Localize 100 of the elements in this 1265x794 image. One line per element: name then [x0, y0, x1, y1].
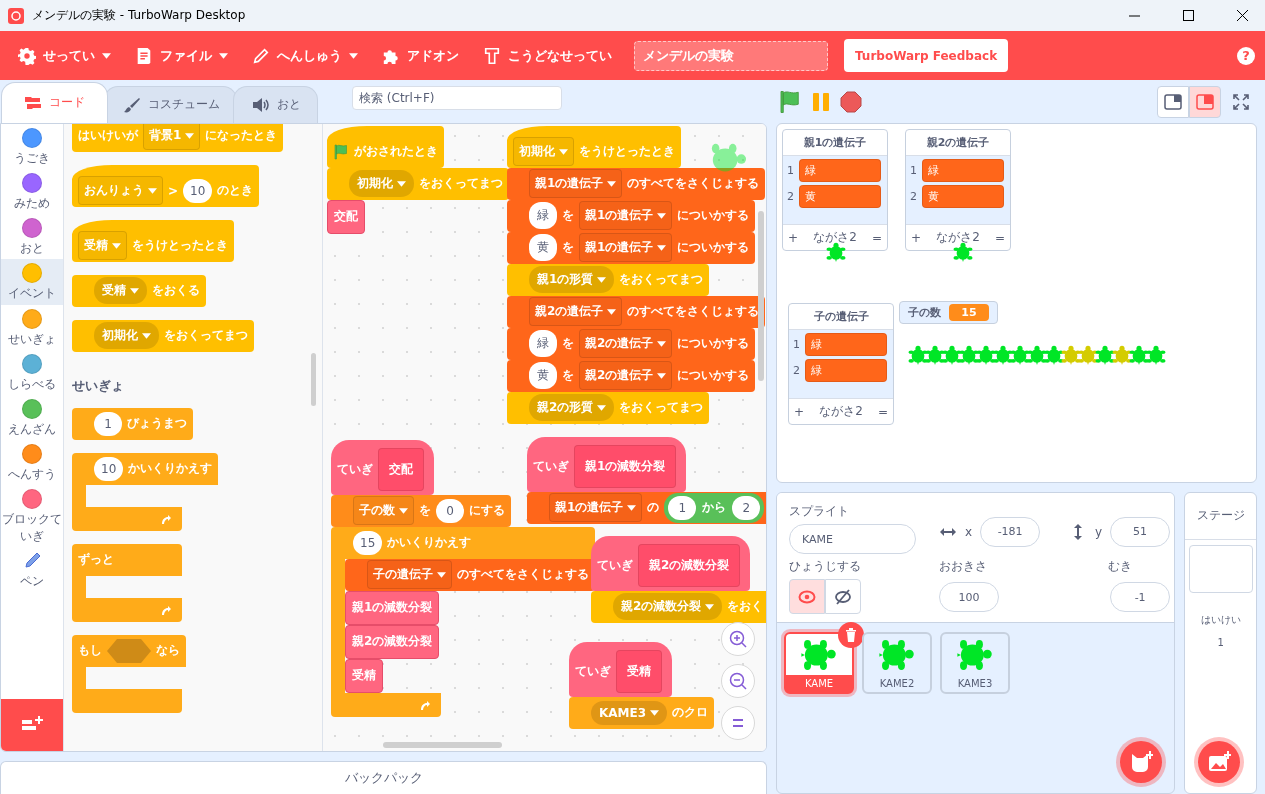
category-item[interactable]: ブロックていぎ: [1, 485, 63, 547]
close-icon[interactable]: [1236, 10, 1248, 21]
dropdown-field[interactable]: 親2の遺伝子: [579, 329, 673, 359]
input-field[interactable]: 緑: [529, 202, 557, 230]
sprite-tile[interactable]: KAME: [784, 632, 854, 694]
dropdown-field[interactable]: 受精: [78, 231, 127, 261]
loop-block[interactable]: もし なら: [72, 634, 186, 713]
add-sprite-button[interactable]: [1120, 741, 1163, 783]
maximize-icon[interactable]: [1182, 10, 1194, 21]
scrollbar[interactable]: [758, 210, 764, 381]
show-button[interactable]: [789, 579, 825, 614]
dropdown-reporter[interactable]: 親2の減数分裂: [613, 593, 723, 621]
hat-block[interactable]: おんりょう > 10 のとき: [72, 164, 260, 207]
code-block[interactable]: 黄 を 親2の遺伝子 についかする: [507, 359, 756, 392]
dropdown-reporter[interactable]: 親1の形質: [529, 266, 615, 294]
dropdown-field[interactable]: 親2の遺伝子: [579, 361, 673, 391]
category-item[interactable]: しらべる: [1, 349, 63, 395]
scrollbar[interactable]: [311, 352, 316, 406]
define-block[interactable]: ていぎ 受精: [569, 641, 672, 697]
category-item[interactable]: おと: [1, 214, 63, 260]
code-block[interactable]: 初期化 をおくってまつ: [72, 319, 254, 352]
hide-button[interactable]: [825, 579, 861, 614]
code-block[interactable]: 親2の減数分裂 をおく: [591, 590, 766, 623]
category-item[interactable]: へんすう: [1, 440, 63, 486]
menu-item[interactable]: アドオン: [370, 31, 471, 80]
custom-block-prototype[interactable]: 親2の減数分裂: [638, 543, 741, 587]
custom-block[interactable]: 受精: [345, 658, 383, 693]
category-item[interactable]: うごき: [1, 123, 63, 169]
input-field[interactable]: 黄: [529, 362, 557, 390]
resize-handle[interactable]: =: [994, 230, 1005, 245]
hat-block[interactable]: 受精 をうけとったとき: [72, 219, 234, 262]
dropdown-field[interactable]: 子の数: [353, 496, 414, 526]
code-block[interactable]: 受精 をおくる: [72, 274, 206, 307]
input-field[interactable]: 1: [668, 495, 697, 520]
dropdown-field[interactable]: おんりょう: [78, 176, 163, 206]
loop-block[interactable]: ずっと: [72, 543, 182, 622]
add-extension-button[interactable]: [1, 699, 63, 752]
project-title-field[interactable]: メンデルの実験: [634, 40, 828, 71]
dropdown-field[interactable]: 親1の遺伝子: [579, 201, 673, 231]
custom-block[interactable]: 親1の減数分裂: [345, 590, 440, 625]
code-block[interactable]: 子の数 を 0 にする: [331, 494, 511, 527]
input-field[interactable]: 黄: [529, 234, 557, 262]
large-stage-button[interactable]: [1189, 85, 1221, 118]
dropdown-field[interactable]: 背景1: [143, 123, 201, 151]
custom-block[interactable]: 交配: [327, 199, 365, 234]
dropdown-field[interactable]: 親1の遺伝子: [579, 233, 673, 263]
menu-item[interactable]: せってい: [6, 31, 123, 80]
custom-block-prototype[interactable]: 親1の減数分裂: [574, 444, 677, 488]
code-block[interactable]: 親1の形質 をおくってまつ: [507, 263, 710, 296]
zoom-reset-button[interactable]: [721, 705, 755, 740]
menu-item[interactable]: こうどなせってい: [471, 31, 624, 80]
flag-button[interactable]: [778, 89, 802, 114]
feedback-button[interactable]: TurboWarp Feedback: [844, 39, 1009, 72]
dropdown-reporter[interactable]: 親2の形質: [529, 394, 615, 422]
category-item[interactable]: みため: [1, 169, 63, 215]
input-field[interactable]: 10: [94, 456, 124, 481]
code-block[interactable]: 緑 を 親1の遺伝子 についかする: [507, 199, 756, 232]
define-block[interactable]: ていぎ 交配: [331, 439, 434, 495]
stage[interactable]: 親1の遺伝子 1 緑 2 黄 + ながさ2 = 親2の遺伝子 1 緑 2 黄 + ながさ2 = 子の遺伝子 1 緑 2 緑 + ながさ2 = 子の数 15: [776, 123, 1257, 483]
input-field[interactable]: 1: [94, 411, 122, 436]
sprite-name-field[interactable]: KAME: [789, 524, 916, 554]
search-field[interactable]: 検索 (Ctrl+F): [352, 85, 562, 110]
sprite-tile[interactable]: KAME2: [862, 632, 932, 694]
define-block[interactable]: ていぎ 親1の減数分裂: [527, 436, 687, 492]
category-item[interactable]: ペン: [1, 546, 63, 592]
backdrop-thumbnail[interactable]: [1188, 545, 1253, 593]
dropdown-reporter[interactable]: 受精: [94, 277, 147, 305]
code-block[interactable]: 親2の遺伝子 のすべてをさくじょする: [507, 295, 766, 328]
backpack-bar[interactable]: バックパック: [0, 761, 767, 794]
dropdown-reporter[interactable]: 初期化: [94, 322, 159, 350]
category-item[interactable]: えんざん: [1, 394, 63, 441]
code-block[interactable]: 親1の遺伝子 のすべてをさくじょする: [507, 167, 766, 200]
define-block[interactable]: ていぎ 親2の減数分裂: [591, 535, 751, 591]
code-block[interactable]: 黄 を 親1の遺伝子 についかする: [507, 231, 756, 264]
add-item-button[interactable]: +: [794, 404, 805, 419]
hat-block[interactable]: 初期化 をうけとったとき: [507, 125, 681, 168]
help-button[interactable]: ?: [1237, 46, 1255, 65]
zoom-in-button[interactable]: [721, 621, 755, 656]
operator-reporter[interactable]: 1 から 2: [664, 492, 765, 523]
editor-tab[interactable]: おと: [233, 85, 318, 123]
stop-button[interactable]: [840, 90, 862, 113]
input-field[interactable]: 0: [436, 498, 464, 523]
custom-block-prototype[interactable]: 交配: [378, 447, 424, 491]
hat-block[interactable]: はいけいが 背景1 になったとき: [72, 123, 284, 152]
resize-handle[interactable]: =: [877, 404, 888, 419]
input-field[interactable]: 緑: [529, 330, 557, 358]
resize-handle[interactable]: =: [871, 230, 882, 245]
small-stage-button[interactable]: [1157, 85, 1189, 118]
custom-block-prototype[interactable]: 受精: [616, 649, 662, 693]
dropdown-field[interactable]: 親2の遺伝子: [529, 297, 623, 327]
add-backdrop-button[interactable]: [1198, 741, 1241, 783]
code-block[interactable]: 初期化 をおくってまつ: [327, 167, 509, 200]
code-block[interactable]: 親2の形質 をおくってまつ: [507, 391, 710, 424]
menu-item[interactable]: へんしゅう: [240, 31, 370, 80]
dropdown-field[interactable]: 子の遺伝子: [367, 560, 452, 590]
code-block[interactable]: 親1の遺伝子 の 1 から 2: [527, 491, 766, 524]
zoom-out-button[interactable]: [721, 663, 755, 698]
hat-block[interactable]: がおされたとき: [327, 125, 444, 168]
custom-block[interactable]: 親2の減数分裂: [345, 624, 440, 659]
dropdown-field[interactable]: 親1の遺伝子: [529, 169, 623, 199]
